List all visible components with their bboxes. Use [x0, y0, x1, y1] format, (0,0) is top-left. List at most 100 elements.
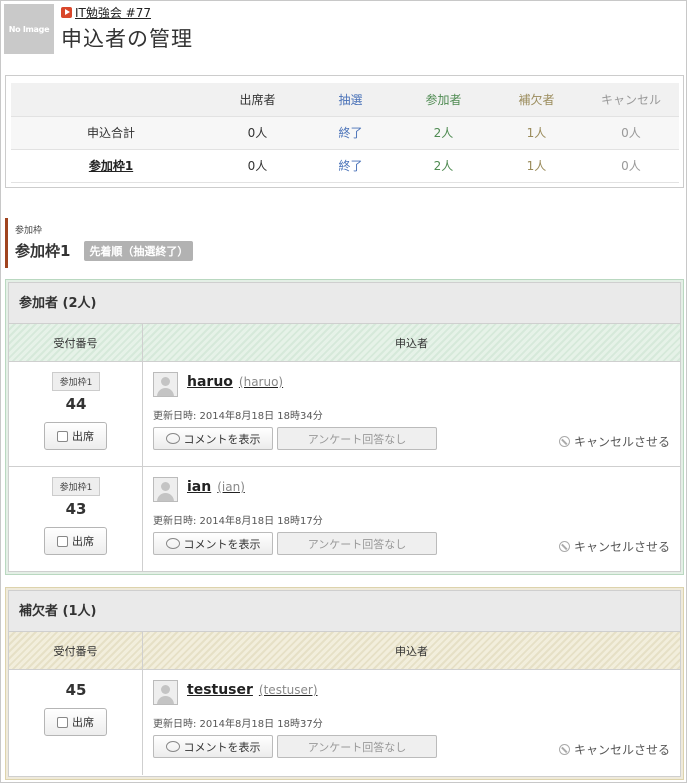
summary-col-cancel: キャンセル [583, 83, 679, 116]
reception-number: 45 [65, 681, 87, 699]
cancel-link[interactable]: キャンセルさせる [558, 433, 670, 450]
user-name-link[interactable]: ian (ian) [187, 479, 245, 495]
frame-tag: 参加枠1 [52, 372, 100, 391]
summary-row-total: 申込合計 0人 終了 2人 1人 0人 [11, 115, 679, 149]
cancel-label[interactable]: キャンセルさせる [574, 433, 670, 450]
speech-bubble-icon [165, 433, 180, 444]
summary-substitutes: 1人 [490, 148, 583, 183]
col-number-header: 受付番号 [9, 324, 143, 361]
play-icon [61, 7, 72, 18]
summary-col-attend: 出席者 [211, 83, 304, 116]
participants-panel: 参加者 (2人) 受付番号 申込者 参加枠1 44 出席 haruo (haruo… [5, 279, 684, 575]
substitutes-col-header: 受付番号 申込者 [9, 632, 680, 670]
cancel-link[interactable]: キャンセルさせる [558, 538, 670, 555]
comment-label: コメントを表示 [183, 537, 261, 551]
frame-small-label: 参加枠 [15, 226, 43, 236]
number-cell: 参加枠1 44 出席 [9, 362, 143, 466]
summary-participants: 2人 [397, 115, 490, 149]
survey-button: アンケート回答なし [277, 532, 437, 555]
ban-icon [558, 744, 570, 755]
avatar [153, 372, 178, 397]
frame-type-badge: 先着順（抽選終了） [84, 240, 194, 261]
participants-col-header: 受付番号 申込者 [9, 324, 680, 362]
summary-col-substitutes: 補欠者 [490, 83, 583, 116]
survey-button: アンケート回答なし [277, 427, 437, 450]
summary-frame-cell: 参加枠1 [11, 148, 211, 183]
cancel-label[interactable]: キャンセルさせる [574, 538, 670, 555]
ban-icon [558, 436, 570, 447]
col-number-header: 受付番号 [9, 632, 143, 669]
updated-at: 更新日時: 2014年8月18日 18時37分 [153, 719, 323, 730]
ban-icon [558, 541, 570, 552]
attend-button[interactable]: 出席 [44, 708, 107, 736]
applicant-cell: ian (ian) 更新日時: 2014年8月18日 18時17分 コメントを表示… [143, 467, 680, 572]
user-id: (testuser) [258, 683, 318, 697]
checkbox-icon[interactable] [57, 716, 68, 728]
checkbox-icon[interactable] [57, 535, 68, 547]
attend-label: 出席 [72, 430, 94, 443]
col-applicant-header: 申込者 [395, 336, 428, 350]
summary-substitutes: 1人 [490, 115, 583, 149]
avatar [153, 680, 178, 705]
number-cell: 参加枠1 43 出席 [9, 467, 143, 572]
user-name-link[interactable]: haruo (haruo) [187, 374, 283, 390]
cancel-link[interactable]: キャンセルさせる [558, 741, 670, 758]
user-name[interactable]: testuser [187, 682, 253, 698]
summary-cancel: 0人 [583, 115, 679, 149]
attend-label: 出席 [72, 535, 94, 548]
summary-header-row: 出席者 抽選 参加者 補欠者 キャンセル [11, 83, 679, 116]
summary-col-blank [11, 83, 211, 116]
user-id: (ian) [217, 480, 245, 494]
frame-tag: 参加枠1 [52, 477, 100, 496]
comment-label: コメントを表示 [183, 432, 261, 446]
frame-name: 参加枠1 [15, 242, 71, 260]
summary-attend: 0人 [211, 115, 304, 149]
page-title: 申込者の管理 [61, 27, 193, 51]
reception-number: 44 [65, 395, 87, 413]
summary-attend: 0人 [211, 148, 304, 183]
event-link-label[interactable]: IT勉強会 #77 [75, 4, 151, 21]
speech-bubble-icon [165, 741, 180, 752]
user-name[interactable]: ian [187, 479, 211, 495]
frame1-link[interactable]: 参加枠1 [89, 159, 133, 173]
user-name[interactable]: haruo [187, 374, 233, 390]
summary-lottery: 終了 [304, 148, 397, 183]
summary-box: 出席者 抽選 参加者 補欠者 キャンセル 申込合計 0人 終了 2人 1人 0人… [5, 75, 684, 188]
cancel-label[interactable]: キャンセルさせる [574, 741, 670, 758]
summary-row-label: 申込合計 [11, 115, 211, 149]
survey-button: アンケート回答なし [277, 735, 437, 758]
substitutes-panel: 補欠者 (1人) 受付番号 申込者 45 出席 testuser (testuse… [5, 587, 684, 780]
avatar [153, 477, 178, 502]
speech-bubble-icon [165, 538, 180, 549]
event-link[interactable]: IT勉強会 #77 [61, 4, 151, 21]
frame-heading: 参加枠 参加枠1 先着順（抽選終了） [5, 218, 194, 268]
substitutes-panel-inner: 補欠者 (1人) 受付番号 申込者 45 出席 testuser (testuse… [8, 590, 681, 777]
user-name-link[interactable]: testuser (testuser) [187, 682, 318, 698]
table-row: 45 出席 testuser (testuser) 更新日時: 2014年8月18… [9, 670, 680, 775]
table-row: 参加枠1 44 出席 haruo (haruo) 更新日時: 2014年8月18日… [9, 362, 680, 467]
participants-panel-inner: 参加者 (2人) 受付番号 申込者 参加枠1 44 出席 haruo (haruo… [8, 282, 681, 572]
attend-button[interactable]: 出席 [44, 527, 107, 555]
show-comment-button[interactable]: コメントを表示 [153, 735, 273, 758]
summary-table: 出席者 抽選 参加者 補欠者 キャンセル 申込合計 0人 終了 2人 1人 0人… [11, 83, 679, 183]
summary-col-lottery: 抽選 [304, 83, 397, 116]
frame-name-wrap: 参加枠1 先着順（抽選終了） [15, 240, 194, 261]
updated-at: 更新日時: 2014年8月18日 18時34分 [153, 411, 323, 422]
page-frame: No Image IT勉強会 #77 申込者の管理 出席者 抽選 参加者 補欠者… [0, 0, 687, 783]
summary-cancel: 0人 [583, 148, 679, 183]
number-cell: 45 出席 [9, 670, 143, 775]
noimage-label: No Image [8, 24, 50, 34]
substitutes-title: 補欠者 (1人) [9, 591, 680, 632]
show-comment-button[interactable]: コメントを表示 [153, 532, 273, 555]
attend-button[interactable]: 出席 [44, 422, 107, 450]
reception-number: 43 [65, 500, 87, 518]
comment-label: コメントを表示 [183, 740, 261, 754]
col-applicant-header: 申込者 [395, 644, 428, 658]
user-id: (haruo) [238, 375, 284, 389]
applicant-cell: testuser (testuser) 更新日時: 2014年8月18日 18時3… [143, 670, 680, 775]
summary-row-frame1: 参加枠1 0人 終了 2人 1人 0人 [11, 148, 679, 183]
show-comment-button[interactable]: コメントを表示 [153, 427, 273, 450]
summary-col-participants: 参加者 [397, 83, 490, 116]
updated-at: 更新日時: 2014年8月18日 18時17分 [153, 516, 323, 527]
checkbox-icon[interactable] [57, 430, 68, 442]
